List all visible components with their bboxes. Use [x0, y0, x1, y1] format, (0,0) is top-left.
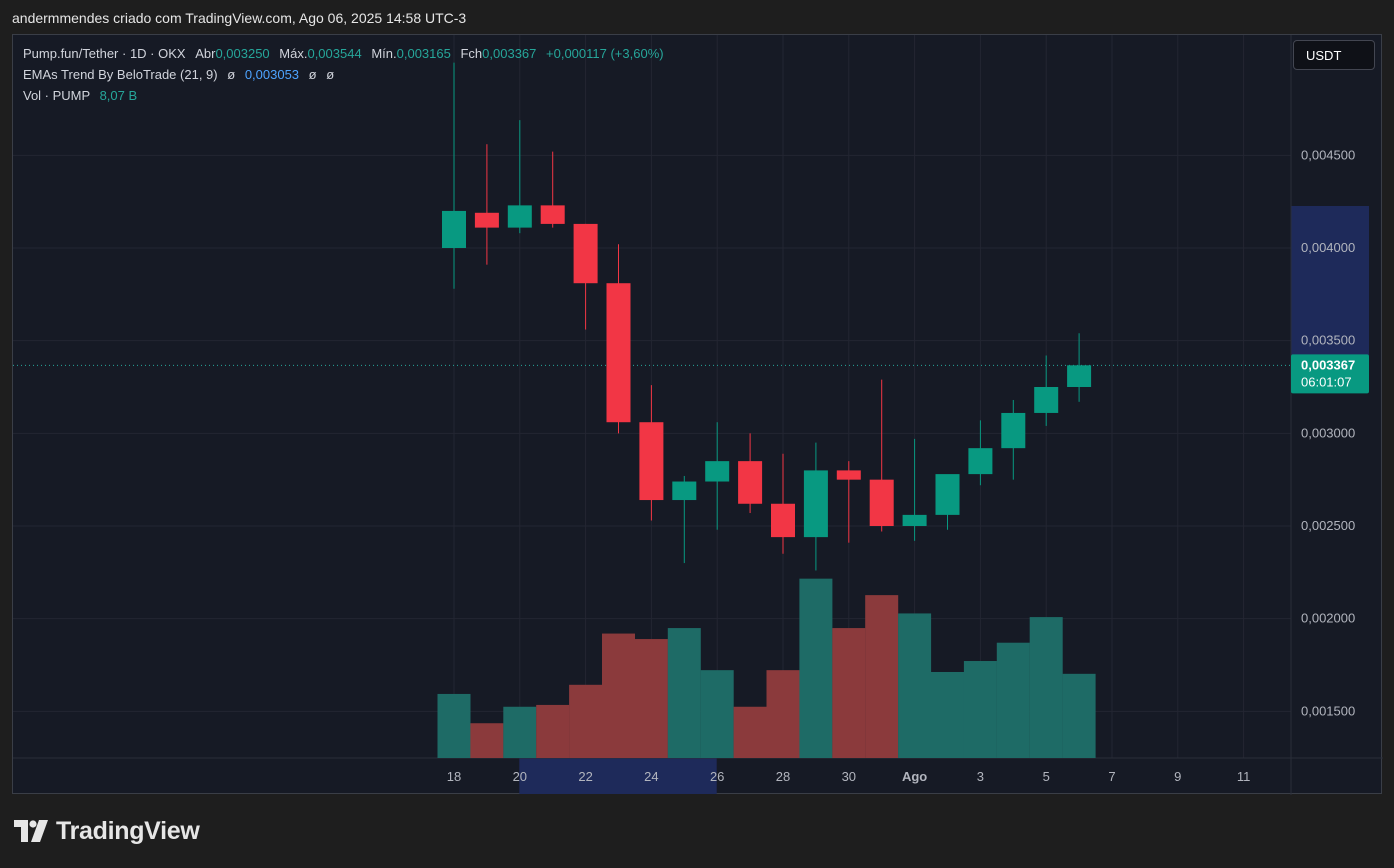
time-tick-label: 20	[513, 769, 527, 784]
volume-bar	[700, 670, 734, 758]
candle-body	[836, 470, 861, 480]
volume-bar	[799, 578, 833, 758]
legend-close-label: Fch	[460, 46, 483, 61]
volume-bar	[898, 613, 932, 758]
candle-body	[738, 461, 763, 504]
candle-body	[705, 461, 730, 482]
time-tick-label: 9	[1174, 769, 1181, 784]
legend-ema-v2: 0,003053	[244, 67, 300, 82]
volume-bar	[1062, 673, 1096, 758]
legend-ema-name[interactable]: EMAs Trend By BeloTrade (21, 9)	[23, 67, 218, 82]
legend-ema-v4: ø	[326, 67, 335, 82]
volume-bar	[503, 706, 537, 758]
legend-ema: EMAs Trend By BeloTrade (21, 9) ø 0,0030…	[23, 67, 334, 82]
time-tick-label: 22	[578, 769, 592, 784]
legend-close-value: 0,003367	[482, 46, 537, 61]
candle-body	[968, 448, 993, 475]
price-tick-label: 0,003500	[1301, 333, 1355, 348]
price-tick-label: 0,002500	[1301, 518, 1355, 533]
currency-button[interactable]: USDT	[1293, 40, 1375, 70]
candle-body	[1067, 365, 1092, 387]
candle-body	[573, 223, 598, 284]
legend-ema-v3: ø	[308, 67, 317, 82]
volume-bar	[766, 670, 800, 758]
time-range-highlight	[519, 758, 717, 794]
legend-high-value: 0,003544	[307, 46, 362, 61]
volume-bar	[602, 633, 635, 758]
price-tick-label: 0,002000	[1301, 611, 1355, 626]
legend-low-value: 0,003165	[396, 46, 451, 61]
legend-open-value: 0,003250	[215, 46, 270, 61]
candle-body	[474, 212, 499, 228]
candlestick-chart[interactable]: 0,004500 0,004000 0,003500 0,003000 0,002500…	[13, 35, 1383, 795]
volume-bar	[963, 661, 997, 758]
volume-bar	[1029, 617, 1063, 758]
time-tick-label: Ago	[902, 769, 927, 784]
time-tick-label: 24	[644, 769, 658, 784]
candle-body	[771, 503, 795, 538]
candle-body	[1034, 387, 1059, 413]
tradingview-logo: TradingView	[14, 816, 200, 846]
time-tick-label: 11	[1237, 769, 1251, 784]
time-tick-label: 3	[977, 769, 984, 784]
candle-body	[672, 481, 697, 501]
volume-bar	[634, 639, 668, 758]
time-tick-label: 28	[776, 769, 790, 784]
volume-bar	[667, 628, 701, 758]
candle-body	[507, 205, 532, 228]
candle-body	[442, 210, 466, 248]
volume-bar	[733, 706, 767, 758]
legend-low-label: Mín.	[371, 46, 397, 61]
volume-bar	[865, 595, 899, 758]
candle-body	[935, 474, 960, 515]
time-tick-label: 18	[447, 769, 461, 784]
price-tick-label: 0,001500	[1301, 703, 1355, 718]
candle-body	[606, 283, 631, 423]
time-tick-label: 7	[1108, 769, 1115, 784]
time-tick-label: 26	[710, 769, 724, 784]
time-tick-label: 5	[1043, 769, 1050, 784]
candle-body	[1001, 412, 1026, 449]
volume-bar	[536, 704, 570, 758]
candle-body	[803, 470, 828, 538]
legend-volume-value: 8,07 B	[99, 88, 138, 103]
legend-ema-v1: ø	[227, 67, 236, 82]
time-tick-label: 30	[842, 769, 856, 784]
legend-symbol[interactable]: Pump.fun/Tether · 1D · OKX	[23, 46, 186, 61]
volume-bar	[996, 642, 1030, 758]
last-price-value: 0,003367	[1301, 357, 1355, 372]
chart-panel[interactable]: 0,004500 0,004000 0,003500 0,003000 0,002500…	[12, 34, 1383, 795]
volume-bar	[437, 693, 471, 758]
price-tick-label: 0,003000	[1301, 425, 1355, 440]
volume-bar	[569, 684, 603, 758]
candle-body	[869, 479, 894, 526]
chart-attribution: andermmendes criado com TradingView.com,…	[12, 10, 467, 26]
price-tick-label: 0,004000	[1301, 240, 1355, 255]
candle-body	[902, 514, 927, 526]
tradingview-brand-text: TradingView	[56, 816, 200, 845]
price-tick-label: 0,004500	[1301, 147, 1355, 162]
legend-volume-name[interactable]: Vol · PUMP	[23, 88, 90, 103]
legend-open-label: Abr	[195, 46, 216, 61]
volume-bar	[470, 723, 504, 758]
candle-body	[639, 422, 664, 501]
volume-bar	[832, 628, 866, 758]
legend-volume: Vol · PUMP 8,07 B	[23, 88, 137, 103]
legend-high-label: Máx.	[279, 46, 308, 61]
volume-bar	[931, 671, 964, 758]
candle-body	[540, 205, 565, 224]
last-price-countdown: 06:01:07	[1301, 374, 1352, 389]
legend-change: +0,000117 (+3,60%)	[546, 46, 664, 61]
tradingview-logo-icon	[14, 820, 48, 842]
legend-ohlc: Pump.fun/Tether · 1D · OKX Abr0,003250 M…	[23, 46, 664, 61]
